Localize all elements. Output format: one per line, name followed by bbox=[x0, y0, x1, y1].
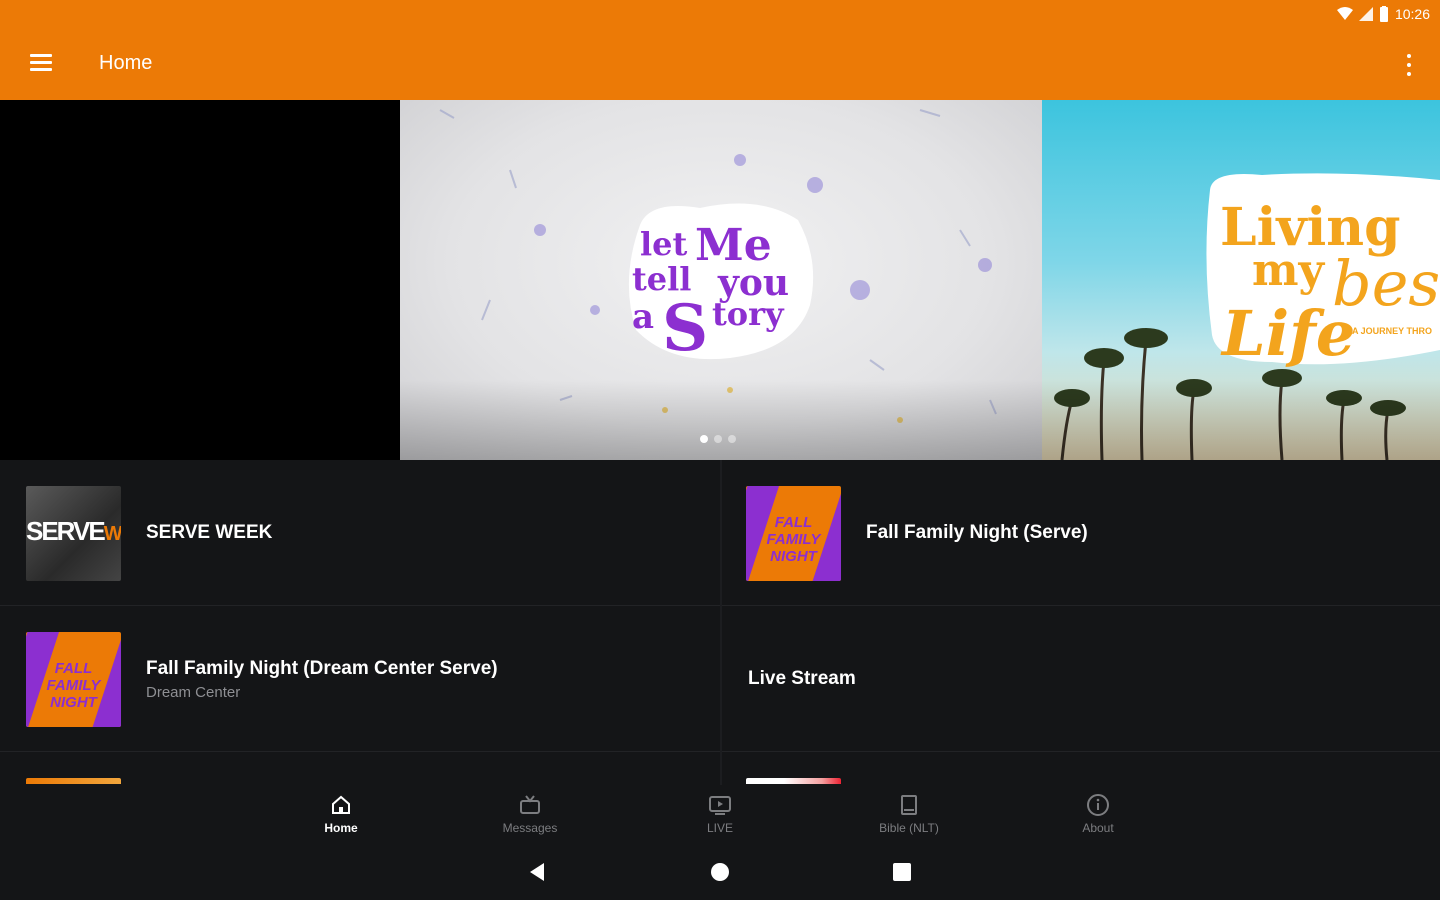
slide-next-title-part: my bbox=[1252, 245, 1326, 296]
nav-home[interactable]: Home bbox=[291, 793, 391, 841]
thumbnail-text: FALL FAMILY NIGHT bbox=[46, 660, 101, 711]
item-subtitle: Dream Center bbox=[146, 684, 241, 701]
item-title: Fall Family Night (Dream Center Serve) bbox=[146, 658, 498, 679]
menu-icon[interactable] bbox=[30, 54, 52, 72]
item-title: Fall Family Night (Serve) bbox=[866, 522, 1088, 543]
slide-title-part: tory bbox=[712, 295, 785, 333]
thumbnail-text: WEEK bbox=[103, 523, 121, 545]
item-title: Live Stream bbox=[748, 668, 856, 689]
home-icon bbox=[332, 795, 350, 814]
thumbnail-text: SERVE bbox=[26, 516, 106, 546]
slide-next-title-part: Life bbox=[1220, 297, 1355, 370]
status-bar: 10:26 bbox=[0, 0, 1440, 28]
live-tv-icon bbox=[709, 796, 731, 815]
nav-about[interactable]: About bbox=[1048, 793, 1148, 841]
wifi-icon bbox=[1336, 7, 1353, 20]
nav-label: Home bbox=[324, 821, 358, 835]
back-icon[interactable] bbox=[526, 861, 548, 883]
slide-title-part: let bbox=[640, 225, 688, 263]
slide-title-part: S bbox=[662, 291, 708, 366]
tv-messages-icon bbox=[520, 795, 540, 814]
list-item-serve-week[interactable]: SERVEWEEK SERVE WEEK bbox=[0, 460, 720, 606]
thumbnail-text: FALL FAMILY NIGHT bbox=[766, 514, 821, 565]
nav-messages[interactable]: Messages bbox=[480, 793, 580, 841]
next-item-thumbnail-peek bbox=[746, 778, 841, 784]
nav-label: Bible (NLT) bbox=[879, 821, 939, 835]
item-title: SERVE WEEK bbox=[146, 522, 273, 543]
page-title: Home bbox=[99, 52, 153, 74]
item-thumbnail: FALL FAMILY NIGHT bbox=[746, 486, 841, 581]
list-item-fall-family-night-serve[interactable]: FALL FAMILY NIGHT Fall Family Night (Ser… bbox=[722, 460, 1440, 606]
item-thumbnail: SERVEWEEK bbox=[26, 486, 121, 581]
carousel-shade bbox=[400, 380, 1440, 460]
slide-next-subtitle: A JOURNEY THRO bbox=[1352, 326, 1432, 336]
status-time: 10:26 bbox=[1394, 6, 1430, 22]
carousel-indicator bbox=[700, 435, 736, 443]
battery-icon bbox=[1379, 6, 1388, 22]
more-options-icon[interactable] bbox=[1406, 54, 1412, 76]
list-item-live-stream[interactable]: Live Stream bbox=[722, 606, 1440, 752]
carousel-dot[interactable] bbox=[714, 435, 722, 443]
nav-live[interactable]: LIVE bbox=[670, 793, 770, 841]
nav-label: About bbox=[1082, 821, 1114, 835]
info-icon bbox=[1087, 794, 1109, 816]
item-thumbnail: FALL FAMILY NIGHT bbox=[26, 632, 121, 727]
nav-bible[interactable]: Bible (NLT) bbox=[859, 793, 959, 841]
bottom-navigation: Home Messages LIVE Bible (NLT) About bbox=[0, 785, 1440, 843]
carousel-slide-previous[interactable] bbox=[0, 100, 400, 460]
app-bar: Home bbox=[0, 28, 1440, 100]
system-navigation-bar bbox=[0, 843, 1440, 900]
slide-title-part: a bbox=[632, 297, 654, 337]
list-item-fall-family-night-dream-center[interactable]: FALL FAMILY NIGHT Fall Family Night (Dre… bbox=[0, 606, 720, 752]
nav-label: LIVE bbox=[706, 821, 733, 835]
home-circle-icon[interactable] bbox=[709, 861, 731, 883]
nav-label: Messages bbox=[502, 821, 558, 835]
carousel-dot[interactable] bbox=[728, 435, 736, 443]
featured-carousel[interactable]: let Me tell you a S tory Living my bes L… bbox=[0, 100, 1440, 460]
content-list: SERVEWEEK SERVE WEEK FALL FAMILY NIGHT F… bbox=[0, 460, 1440, 790]
carousel-dot[interactable] bbox=[700, 435, 708, 443]
recents-icon[interactable] bbox=[891, 861, 913, 883]
signal-icon bbox=[1358, 7, 1373, 21]
next-item-thumbnail-peek bbox=[26, 778, 121, 784]
book-icon bbox=[901, 795, 917, 815]
